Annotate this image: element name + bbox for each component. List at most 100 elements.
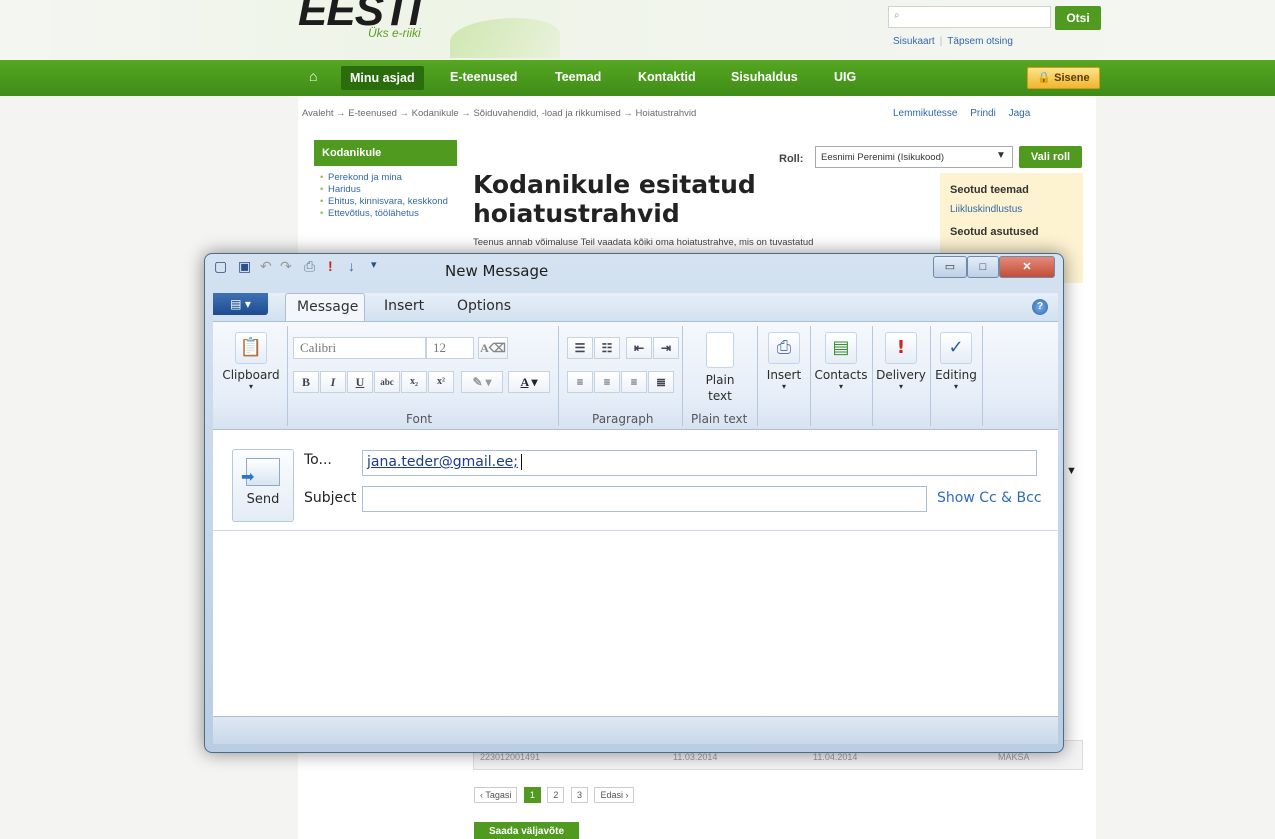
paragraph-group-label: Paragraph — [592, 412, 654, 426]
sitemap-link[interactable]: Sisukaart — [893, 36, 935, 47]
paperclip-icon: ⎙ — [768, 332, 800, 364]
underline-button[interactable]: U — [347, 371, 373, 393]
pagination: ‹ Tagasi 1 2 3 Edasi › — [474, 787, 638, 803]
address-book-icon: ▤ — [825, 332, 857, 364]
select-role-button[interactable]: Vali roll — [1019, 146, 1082, 168]
tab-options[interactable]: Options — [457, 298, 511, 314]
status-bar — [213, 716, 1058, 744]
nav-item-uig[interactable]: UIG — [834, 70, 856, 84]
page-2[interactable]: 2 — [547, 787, 565, 803]
message-header — [213, 430, 1058, 531]
signin-button[interactable]: 🔒 Sisene — [1027, 67, 1100, 89]
prev-page-button[interactable]: ‹ Tagasi — [474, 787, 518, 803]
page-3[interactable]: 3 — [570, 787, 588, 803]
nav-item-kontaktid[interactable]: Kontaktid — [638, 70, 696, 84]
contacts-button[interactable]: ▤ Contacts ▾ — [812, 332, 870, 391]
clipboard-label: Clipboard — [222, 368, 280, 382]
superscript-button[interactable]: x² — [428, 371, 454, 393]
favorites-link[interactable]: Lemmikutesse — [893, 108, 957, 119]
related-topics-title: Seotud teemad — [950, 184, 1029, 196]
tab-message[interactable]: Message — [285, 293, 365, 322]
breadcrumb[interactable]: Avaleht → E-teenused → Kodanikule → Sõid… — [302, 108, 696, 119]
table-cell: 11.03.2014 — [673, 752, 718, 762]
page-1[interactable]: 1 — [523, 787, 541, 803]
high-importance-icon[interactable]: ! — [328, 258, 333, 274]
customize-toolbar-icon[interactable]: ▾ — [371, 258, 377, 271]
bold-button[interactable]: B — [293, 371, 319, 393]
align-left-icon[interactable]: ≡ — [567, 371, 593, 393]
font-name-select[interactable]: Calibri — [293, 337, 426, 359]
close-button[interactable]: ✕ — [999, 256, 1055, 278]
share-link[interactable]: Jaga — [1009, 108, 1031, 119]
advanced-search-link[interactable]: Täpsem otsing — [947, 36, 1013, 47]
redo-icon[interactable]: ↷ — [280, 258, 292, 275]
send-button[interactable]: Send — [232, 449, 294, 522]
nav-item-e-teenused[interactable]: E-teenused — [450, 70, 517, 84]
site-header-links: Sisukaart | Täpsem otsing — [893, 36, 1013, 47]
office-menu-button[interactable]: ▤ ▾ — [213, 293, 268, 315]
decrease-indent-icon[interactable]: ⇤ — [626, 337, 652, 359]
align-right-icon[interactable]: ≡ — [621, 371, 647, 393]
subscript-button[interactable]: x₂ — [401, 371, 427, 393]
low-importance-icon[interactable]: ↓ — [348, 258, 355, 274]
nav-item-minu-asjad[interactable]: Minu asjad — [341, 66, 424, 90]
save-icon[interactable]: ▣ — [238, 258, 251, 275]
to-button[interactable]: To... — [304, 452, 332, 468]
document-icon — [706, 332, 734, 368]
print-link[interactable]: Prindi — [970, 108, 996, 119]
font-color-icon[interactable]: A ▾ — [508, 371, 550, 393]
font-size-select[interactable]: 12 — [426, 337, 474, 359]
insert-button[interactable]: ⎙ Insert ▾ — [760, 332, 808, 391]
nav-item-sisuhaldus[interactable]: Sisuhaldus — [731, 70, 798, 84]
clipboard-group-button[interactable]: 📋 Clipboard ▾ — [218, 332, 284, 391]
sidebar-title[interactable]: Kodanikule — [314, 140, 457, 166]
align-center-icon[interactable]: ≡ — [594, 371, 620, 393]
send-label: Send — [246, 492, 280, 507]
recipient-address[interactable]: jana.teder@gmail.ee; — [367, 454, 518, 470]
pay-link[interactable]: MAKSA — [998, 752, 1030, 762]
role-select[interactable]: Eesnimi Perenimi (Isikukood) — [815, 146, 1013, 168]
undo-icon[interactable]: ↶ — [260, 258, 272, 275]
sidebar-item[interactable]: Haridus — [320, 184, 460, 196]
editing-button[interactable]: ✓ Editing ▾ — [931, 332, 981, 391]
numbering-icon[interactable]: ☷ — [594, 337, 620, 359]
sidebar-item[interactable]: Ettevõtlus, töölähetus — [320, 208, 460, 220]
site-search-button[interactable]: Otsi — [1055, 6, 1101, 30]
highlight-color-icon[interactable]: ✎ ▾ — [461, 371, 503, 393]
group-separator — [982, 326, 983, 426]
app-icon[interactable]: ▢ — [214, 258, 227, 275]
plain-text-button[interactable]: Plain text — [688, 332, 752, 404]
plain-text-label: Plain text — [705, 373, 735, 403]
increase-indent-icon[interactable]: ⇥ — [653, 337, 679, 359]
table-cell: 11.04.2014 — [813, 752, 858, 762]
site-search-input[interactable]: ⌕ — [888, 6, 1051, 28]
next-page-button[interactable]: Edasi › — [594, 787, 635, 803]
delivery-label: Delivery — [876, 368, 926, 382]
nav-item-teemad[interactable]: Teemad — [555, 70, 601, 84]
italic-button[interactable]: I — [320, 371, 346, 393]
sidebar-item[interactable]: Perekond ja mina — [320, 172, 460, 184]
bullets-icon[interactable]: ☰ — [567, 337, 593, 359]
clear-formatting-icon[interactable]: A⌫ — [478, 337, 508, 359]
paperclip-icon[interactable]: ⎙ — [304, 258, 315, 275]
delivery-button[interactable]: ! Delivery ▾ — [874, 332, 928, 391]
sidebar-item[interactable]: Ehitus, kinnisvara, keskkond — [320, 196, 460, 208]
related-topic-link[interactable]: Liikluskindlustus — [950, 204, 1022, 215]
send-extract-button[interactable]: Saada väljavõte — [474, 822, 579, 839]
chevron-down-icon: ▾ — [838, 382, 843, 391]
insert-label: Insert — [766, 368, 802, 382]
message-body[interactable] — [213, 531, 1058, 716]
strikethrough-button[interactable]: abc — [374, 371, 400, 393]
window-controls: ▭ □ ✕ — [933, 256, 1055, 280]
tab-insert[interactable]: Insert — [384, 298, 424, 314]
to-field[interactable]: jana.teder@gmail.ee; — [362, 450, 1037, 476]
page-tools: Lemmikutesse Prindi Jaga — [883, 108, 1030, 119]
minimize-button[interactable]: ▭ — [933, 256, 967, 278]
group-separator — [682, 326, 683, 426]
help-icon[interactable]: ? — [1032, 299, 1048, 315]
subject-field[interactable] — [362, 486, 927, 512]
maximize-button[interactable]: □ — [967, 256, 999, 278]
show-cc-bcc-link[interactable]: Show Cc & Bcc — [937, 490, 1042, 506]
justify-icon[interactable]: ≣ — [648, 371, 674, 393]
home-icon[interactable]: ⌂ — [309, 68, 317, 84]
